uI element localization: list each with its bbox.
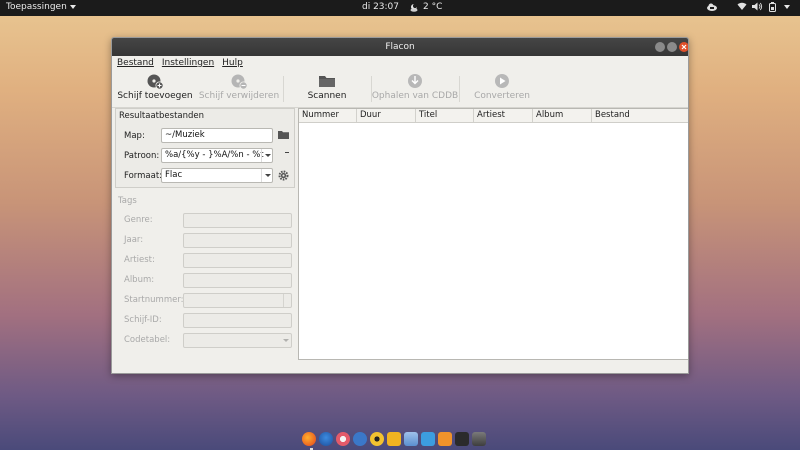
column-header-titel[interactable]: Titel — [416, 109, 474, 122]
column-header-nummer[interactable]: Nummer — [299, 109, 357, 122]
flacon-window: Flacon Bestand Instellingen Hulp Schijf … — [111, 37, 689, 374]
artist-label: Artiest: — [124, 255, 155, 265]
scan-button[interactable]: Scannen — [284, 72, 370, 101]
column-header-bestand[interactable]: Bestand — [592, 109, 688, 122]
column-header-album[interactable]: Album — [533, 109, 592, 122]
chevron-down-icon — [69, 5, 76, 9]
codepage-label: Codetabel: — [124, 335, 171, 345]
menu-bar: Bestand Instellingen Hulp — [112, 56, 688, 70]
column-header-duur[interactable]: Duur — [357, 109, 416, 122]
menu-bestand[interactable]: Bestand — [117, 56, 154, 70]
pattern-value: %a/{%y - }%A/%n - %t — [165, 150, 264, 160]
close-icon — [681, 44, 687, 50]
pattern-menu-icon[interactable] — [285, 152, 289, 153]
window-title: Flacon — [385, 42, 415, 52]
spin-arrows-icon[interactable] — [283, 294, 291, 307]
disc-burner-icon[interactable] — [370, 432, 384, 446]
album-label: Album: — [124, 275, 155, 285]
minimize-button[interactable] — [655, 42, 665, 52]
battery-icon[interactable] — [769, 2, 776, 12]
remove-disc-button[interactable]: Schijf verwijderen — [196, 72, 282, 101]
play-icon — [495, 74, 509, 88]
menu-hulp[interactable]: Hulp — [222, 56, 243, 70]
dock — [302, 429, 486, 449]
start-number-label: Startnummer: — [124, 295, 184, 305]
folder-input[interactable]: ~/Muziek — [161, 128, 273, 143]
column-header-artiest[interactable]: Artiest — [474, 109, 533, 122]
track-table[interactable]: Nummer Duur Titel Artiest Album Bestand — [298, 108, 688, 360]
chevron-down-icon — [280, 334, 291, 347]
lollypop-icon[interactable] — [336, 432, 350, 446]
codepage-combo[interactable] — [183, 333, 292, 348]
close-button[interactable] — [679, 42, 688, 52]
result-files-title: Resultaatbestanden — [119, 111, 205, 121]
pattern-label: Patroon: — [124, 151, 160, 161]
genre-input[interactable] — [183, 213, 292, 228]
format-label: Formaat: — [124, 171, 163, 181]
download-globe-icon — [408, 74, 422, 88]
qbittorrent-icon[interactable] — [353, 432, 367, 446]
left-panel: Resultaatbestanden Map: ~/Muziek Patroon… — [115, 108, 295, 372]
terminal-icon[interactable] — [455, 432, 469, 446]
scan-label: Scannen — [307, 91, 347, 101]
browse-folder-icon[interactable] — [278, 130, 289, 140]
maximize-button[interactable] — [667, 42, 677, 52]
wifi-icon[interactable] — [737, 2, 747, 11]
album-input[interactable] — [183, 273, 292, 288]
start-number-spinbox[interactable] — [183, 293, 292, 308]
format-combo[interactable]: Flac — [161, 168, 273, 183]
firefox-icon[interactable] — [302, 432, 316, 446]
folder-label: Map: — [124, 131, 145, 141]
genre-label: Genre: — [124, 215, 153, 225]
settings-icon[interactable] — [438, 432, 452, 446]
applications-menu-label: Toepassingen — [6, 2, 67, 12]
cddb-button[interactable]: Ophalen van CDDB — [371, 72, 459, 101]
result-files-group: Resultaatbestanden Map: ~/Muziek Patroon… — [115, 108, 295, 188]
window-titlebar[interactable]: Flacon — [112, 38, 688, 56]
disc-id-input[interactable] — [183, 313, 292, 328]
download-manager-icon[interactable] — [421, 432, 435, 446]
year-input[interactable] — [183, 233, 292, 248]
volume-icon[interactable] — [752, 2, 763, 11]
menu-instellingen[interactable]: Instellingen — [162, 56, 214, 70]
pattern-combo[interactable]: %a/{%y - }%A/%n - %t — [161, 148, 273, 163]
top-panel: Toepassingen di 23:07 2 °C — [0, 0, 800, 16]
format-value: Flac — [165, 170, 183, 180]
year-label: Jaar: — [124, 235, 144, 245]
add-disc-icon — [147, 74, 164, 90]
weather-indicator[interactable]: 2 °C — [409, 2, 442, 12]
add-disc-label: Schijf toevoegen — [117, 91, 193, 101]
artist-input[interactable] — [183, 253, 292, 268]
system-monitor-icon[interactable] — [472, 432, 486, 446]
weather-temperature: 2 °C — [423, 2, 443, 12]
chevron-down-icon — [261, 169, 272, 182]
remove-disc-label: Schijf verwijderen — [198, 91, 280, 101]
table-header: Nummer Duur Titel Artiest Album Bestand — [299, 109, 688, 123]
chevron-down-icon — [261, 149, 272, 162]
tags-group: Tags Genre: Jaar: Artiest: Album: Startn… — [115, 194, 295, 372]
applications-menu[interactable]: Toepassingen — [6, 2, 76, 12]
flacon-icon[interactable] — [387, 432, 401, 446]
toolbar: Schijf toevoegen Schijf verwijderen Scan… — [112, 70, 688, 108]
weather-cloud-moon-icon — [410, 3, 418, 12]
convert-label: Converteren — [474, 91, 530, 101]
disc-id-label: Schijf-ID: — [124, 315, 162, 325]
system-menu-chevron-icon[interactable] — [784, 5, 790, 9]
text-editor-icon[interactable] — [404, 432, 418, 446]
cloud-status-icon[interactable] — [706, 2, 718, 12]
remove-disc-icon — [231, 74, 248, 90]
clock[interactable]: di 23:07 — [362, 2, 399, 12]
cddb-label: Ophalen van CDDB — [371, 91, 459, 101]
thunderbird-icon[interactable] — [319, 432, 333, 446]
convert-button[interactable]: Converteren — [459, 72, 545, 101]
add-disc-button[interactable]: Schijf toevoegen — [112, 72, 198, 101]
tags-title: Tags — [118, 196, 137, 206]
folder-icon — [319, 76, 335, 87]
format-settings-gear-icon[interactable] — [278, 170, 289, 181]
